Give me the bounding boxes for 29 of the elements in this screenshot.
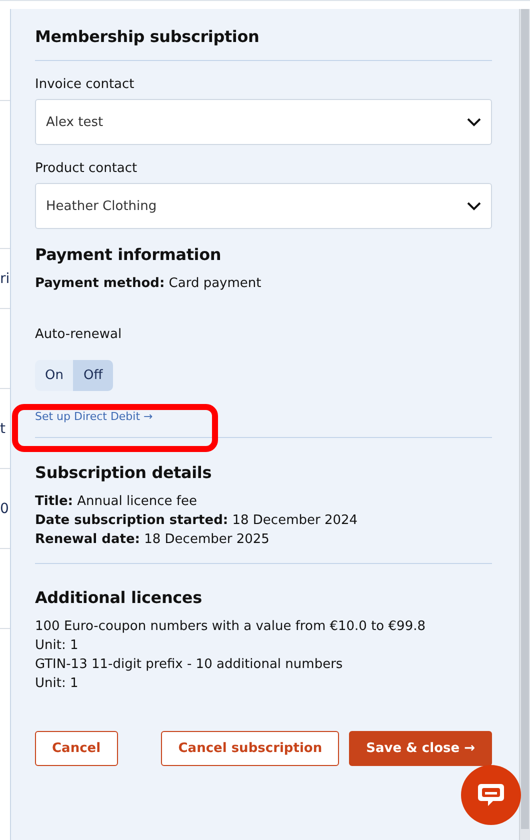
toggle-option[interactable]: Off	[73, 360, 113, 391]
contact-select[interactable]: Heather Clothing	[35, 183, 492, 229]
background-text: 0	[0, 502, 9, 516]
section-heading: Subscription details	[35, 463, 213, 482]
detail-line: Renewal date: 18 December 2025	[35, 531, 270, 549]
chevron-down-icon	[467, 118, 481, 126]
field-label: Auto-renewal	[35, 327, 123, 342]
section-heading: Payment information	[35, 245, 222, 264]
licence-line: Unit: 1	[35, 675, 80, 693]
save-button[interactable]: Save & close →	[349, 731, 492, 766]
direct-debit-link[interactable]: Set up Direct Debit →	[35, 410, 153, 437]
contact-select[interactable]: Alex test	[35, 99, 492, 145]
toggle-option[interactable]: On	[35, 360, 74, 391]
licence-line: GTIN-13 11-digit prefix - 10 additional numbers	[35, 656, 344, 674]
background-text: t	[0, 422, 6, 436]
field-label: Invoice contact	[35, 77, 136, 92]
panel-title: Membership subscription	[35, 27, 260, 46]
detail-line: Date subscription started: 18 December 2024	[35, 512, 359, 530]
scrollbar[interactable]	[519, 9, 530, 840]
payment-method-text: Payment method: Card payment	[35, 276, 262, 291]
cancel-button[interactable]: Cancel	[35, 731, 118, 766]
detail-line: Title: Annual licence fee	[35, 493, 198, 511]
section-heading: Additional licences	[35, 588, 203, 607]
background-text: ri	[0, 272, 10, 286]
field-label: Product contact	[35, 161, 138, 176]
chevron-down-icon	[467, 202, 481, 210]
licence-line: Unit: 1	[35, 637, 80, 655]
licence-line: 100 Euro-coupon numbers with a value from €10.0 to €99.8	[35, 618, 426, 636]
cancel-button[interactable]: Cancel subscription	[161, 731, 340, 766]
